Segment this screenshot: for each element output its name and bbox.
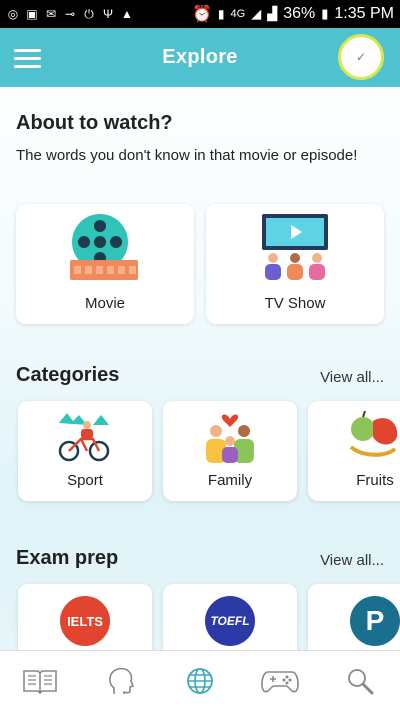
exam-card-toefl[interactable]: TOEFL	[163, 584, 297, 650]
notification-icons: ◎ ▣ ✉ ⊸ ⏻ Ψ ▲	[6, 6, 134, 22]
main-content: About to watch? The words you don't know…	[0, 87, 400, 650]
mail-icon: ✉	[45, 7, 57, 21]
top-app-bar: Explore ✓	[0, 28, 400, 87]
about-subtitle: The words you don't know in that movie o…	[16, 147, 358, 164]
category-label-family: Family	[207, 472, 253, 489]
warning-icon: ▲	[121, 7, 133, 21]
nav-games[interactable]	[256, 661, 304, 701]
book-icon	[23, 670, 57, 695]
alarm-icon: ⏰	[192, 6, 212, 23]
exam-prep-view-all-link[interactable]: View all...	[320, 552, 384, 569]
categories-heading: Categories	[16, 364, 120, 386]
bottom-navigation	[0, 650, 400, 711]
check-icon: ✓	[355, 50, 367, 64]
app-screen: Explore ✓ About to watch? The words you …	[0, 28, 400, 711]
usb-icon: Ψ	[102, 7, 114, 21]
tv-show-card-label: TV Show	[264, 295, 326, 312]
cycling-icon	[58, 413, 110, 462]
about-heading: About to watch?	[16, 112, 173, 134]
exam-card-ielts[interactable]: IELTS	[18, 584, 152, 650]
nav-search[interactable]	[336, 661, 384, 701]
battery-percent: 36%	[283, 5, 316, 22]
clock: 1:35 PM	[334, 5, 394, 22]
menu-icon[interactable]	[14, 49, 41, 68]
pearson-logo-text: P	[365, 605, 385, 636]
nav-explore[interactable]	[176, 661, 224, 701]
sync-icon: ◎	[7, 7, 19, 21]
fruits-icon	[349, 411, 398, 457]
nav-library[interactable]	[16, 661, 64, 701]
power-icon: ⏻	[84, 6, 94, 21]
head-profile-icon	[109, 667, 134, 694]
family-icon	[206, 414, 254, 463]
toefl-logo-text: TOEFL	[210, 614, 250, 628]
category-card-sport[interactable]: Sport	[18, 401, 152, 501]
tv-show-card[interactable]: TV Show	[206, 204, 384, 324]
category-label-fruits: Fruits	[356, 472, 394, 489]
exam-card-pearson[interactable]: P	[308, 584, 400, 650]
category-card-fruits[interactable]: Fruits	[308, 401, 400, 501]
category-card-family[interactable]: Family	[163, 401, 297, 501]
nav-learn[interactable]	[96, 661, 144, 701]
exam-prep-heading: Exam prep	[16, 547, 119, 569]
signal-icon: ◢	[251, 6, 262, 21]
search-icon	[348, 669, 374, 695]
sim-icon: ▮	[217, 7, 225, 21]
battery-icon: ▮	[321, 6, 329, 21]
movie-card[interactable]: Movie	[16, 204, 194, 324]
film-reel-icon	[70, 214, 138, 280]
key-icon: ⊸	[64, 7, 76, 21]
toefl-logo: TOEFL	[205, 596, 255, 646]
pearson-logo: P	[350, 596, 400, 646]
ielts-logo-text: IELTS	[67, 613, 103, 629]
check-button[interactable]: ✓	[338, 34, 384, 80]
movie-card-label: Movie	[84, 295, 125, 312]
category-label-sport: Sport	[67, 472, 103, 489]
gamepad-icon	[261, 671, 299, 693]
tv-audience-icon	[262, 214, 328, 280]
image-icon: ▣	[26, 7, 38, 21]
status-bar: ◎ ▣ ✉ ⊸ ⏻ Ψ ▲ ⏰ ▮ 4G ◢ ▟ 36% ▮ 1:35 PM	[0, 0, 400, 28]
page-title: Explore	[162, 46, 238, 68]
signal-strength-icon: ▟	[267, 6, 278, 21]
categories-view-all-link[interactable]: View all...	[320, 369, 384, 386]
ielts-logo: IELTS	[60, 596, 110, 646]
globe-icon	[187, 668, 213, 694]
network-type: 4G	[230, 8, 246, 20]
